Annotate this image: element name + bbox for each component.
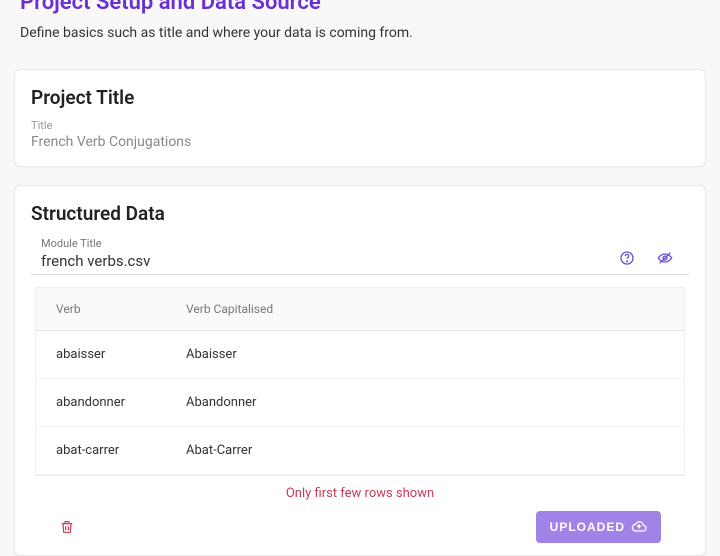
cell-verb: abaisser bbox=[36, 331, 166, 379]
data-table: Verb Verb Capitalised abaisser Abaisser … bbox=[35, 287, 685, 476]
help-icon[interactable] bbox=[619, 250, 635, 266]
cell-cap: Abandonner bbox=[166, 379, 684, 427]
project-title-card: Project Title Title French Verb Conjugat… bbox=[14, 69, 706, 167]
cell-verb: abandonner bbox=[36, 379, 166, 427]
rows-truncated-note: Only first few rows shown bbox=[31, 476, 689, 507]
cell-verb: abat-carrer bbox=[36, 427, 166, 475]
module-title-value[interactable]: french verbs.csv bbox=[41, 252, 619, 270]
column-header-verb-cap: Verb Capitalised bbox=[166, 288, 684, 331]
structured-data-card: Structured Data Module Title french verb… bbox=[14, 185, 706, 556]
uploaded-button[interactable]: UPLOADED bbox=[536, 511, 661, 543]
table-row: abaisser Abaisser bbox=[36, 331, 684, 379]
module-title-label: Module Title bbox=[41, 237, 619, 250]
title-field-label: Title bbox=[31, 119, 689, 132]
project-title-heading: Project Title bbox=[31, 86, 689, 109]
table-row: abandonner Abandonner bbox=[36, 379, 684, 427]
title-field-value[interactable]: French Verb Conjugations bbox=[31, 134, 689, 150]
cell-cap: Abat-Carrer bbox=[166, 427, 684, 475]
structured-heading: Structured Data bbox=[31, 202, 689, 225]
trash-icon[interactable] bbox=[59, 519, 75, 535]
column-header-verb: Verb bbox=[36, 288, 166, 331]
uploaded-label: UPLOADED bbox=[550, 520, 625, 534]
page-title: Project Setup and Data Source bbox=[20, 0, 700, 15]
cell-cap: Abaisser bbox=[166, 331, 684, 379]
page-subtitle: Define basics such as title and where yo… bbox=[20, 25, 700, 41]
visibility-off-icon[interactable] bbox=[657, 250, 673, 266]
cloud-upload-icon bbox=[631, 519, 647, 535]
table-row: abat-carrer Abat-Carrer bbox=[36, 427, 684, 475]
